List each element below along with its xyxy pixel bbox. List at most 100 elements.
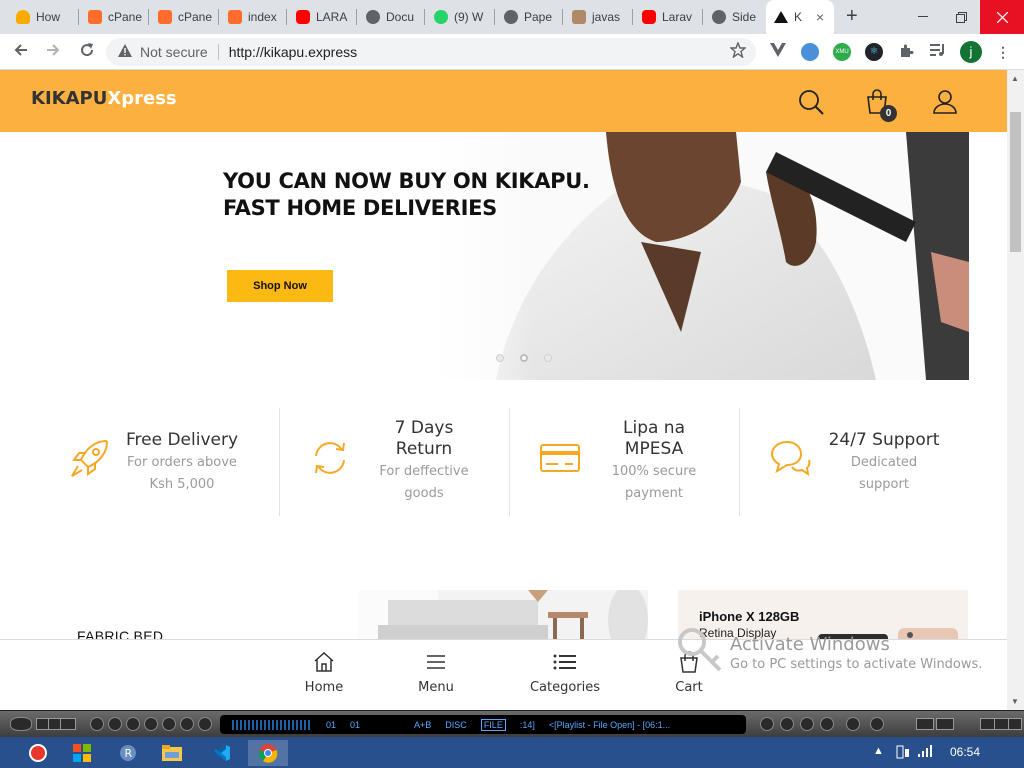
feature-title: Free Delivery xyxy=(125,430,239,450)
play-pause-icon[interactable] xyxy=(800,717,814,731)
browser-tab[interactable]: cPane xyxy=(80,6,146,28)
scroll-thumb[interactable] xyxy=(1010,112,1021,252)
browser-tab[interactable]: Docu xyxy=(358,6,422,28)
tab-label: How xyxy=(36,10,61,24)
scroll-down-arrow-icon[interactable]: ▼ xyxy=(1011,697,1019,706)
site-logo[interactable]: KIKAPUXpress xyxy=(31,88,177,109)
nav-categories[interactable]: Categories xyxy=(526,650,604,695)
media-queue-icon[interactable] xyxy=(929,43,947,61)
tab-label: Larav xyxy=(662,10,693,24)
page-scrollbar[interactable]: ▲ ▼ xyxy=(1007,70,1024,710)
more-menu-icon[interactable]: ⋮ xyxy=(994,43,1012,61)
prev-track-icon[interactable] xyxy=(760,717,774,731)
tab-label: javas xyxy=(592,10,621,24)
restore-window-icon[interactable] xyxy=(942,0,980,34)
feature-title-line-2: Return xyxy=(395,439,453,459)
carousel-dot[interactable] xyxy=(544,354,552,362)
promo-tile-title: iPhone X 128GB xyxy=(699,609,800,624)
player-control-icon[interactable] xyxy=(126,717,140,731)
tray-expand-icon[interactable]: ▲ xyxy=(873,745,884,757)
windows-store-icon[interactable] xyxy=(62,740,102,766)
profile-avatar[interactable]: j xyxy=(960,41,982,63)
new-tab-button[interactable]: + xyxy=(846,5,858,28)
player-time: 01 xyxy=(350,719,361,730)
logo-accent-text: Xpress xyxy=(107,88,177,109)
browser-tab[interactable]: (9) W xyxy=(426,6,492,28)
carousel-dot-active[interactable] xyxy=(520,354,528,362)
close-tab-icon[interactable]: × xyxy=(816,9,824,25)
player-control-icon[interactable] xyxy=(198,717,212,731)
signal-strength-icon[interactable] xyxy=(918,745,934,760)
vscode-icon[interactable] xyxy=(202,740,242,766)
minimize-window-icon[interactable] xyxy=(904,0,942,34)
rocket-icon xyxy=(68,436,112,480)
start-safari-icon[interactable] xyxy=(18,740,58,766)
mc-button[interactable] xyxy=(916,718,934,730)
file-explorer-icon[interactable] xyxy=(152,740,192,766)
nav-home[interactable]: Home xyxy=(304,650,344,695)
player-control-icon[interactable] xyxy=(90,717,104,731)
shop-now-button[interactable]: Shop Now xyxy=(227,270,333,302)
player-control-icon[interactable] xyxy=(108,717,122,731)
player-control-icon[interactable] xyxy=(162,717,176,731)
feature-text: 24/7 Support Dedicated support xyxy=(822,430,946,496)
r-app-icon[interactable]: R xyxy=(108,740,148,766)
equalizer-visual xyxy=(232,719,312,730)
cart-count-badge: 0 xyxy=(880,105,897,122)
player-mode-button[interactable] xyxy=(60,718,76,730)
vuetify-extension-icon[interactable] xyxy=(769,43,787,61)
browser-tab[interactable]: LARA xyxy=(288,6,354,28)
player-logo-icon[interactable] xyxy=(10,717,32,731)
opera-extension-icon[interactable] xyxy=(801,43,819,61)
browser-tab[interactable]: Larav xyxy=(634,6,700,28)
address-bar[interactable]: Not secure http://kikapu.express xyxy=(106,38,756,66)
reload-icon[interactable] xyxy=(76,41,98,63)
feature-text: Lipa na MPESA 100% secure payment xyxy=(604,418,704,505)
react-devtools-icon[interactable]: ⚛ xyxy=(865,43,883,61)
forward-icon[interactable] xyxy=(42,41,64,63)
open-file-icon[interactable] xyxy=(846,717,860,731)
carousel-dot[interactable] xyxy=(496,354,504,362)
next-track-icon[interactable] xyxy=(820,717,834,731)
tab-label: index xyxy=(248,10,277,24)
browser-tab[interactable]: How xyxy=(8,6,76,28)
tab-label: LARA xyxy=(316,10,348,24)
tab-label: K xyxy=(794,10,803,24)
player-time: 01 xyxy=(326,719,337,730)
pl-button[interactable] xyxy=(936,718,954,730)
browser-tab[interactable]: Side xyxy=(704,6,764,28)
chrome-taskbar-icon[interactable] xyxy=(248,740,288,766)
stop-icon[interactable] xyxy=(780,717,794,731)
browser-tab[interactable]: cPane xyxy=(150,6,216,28)
player-control-icon[interactable] xyxy=(180,717,194,731)
scroll-up-arrow-icon[interactable]: ▲ xyxy=(1011,74,1019,83)
user-account-icon[interactable] xyxy=(931,88,959,116)
feature-support: 24/7 Support Dedicated support xyxy=(740,408,970,516)
player-control-icon[interactable] xyxy=(144,717,158,731)
activate-windows-watermark: Activate Windows Go to PC settings to ac… xyxy=(730,634,982,674)
browser-tab[interactable]: index xyxy=(220,6,284,28)
player-playlist-text: <[Playlist - File Open] - [06:1... xyxy=(548,719,671,730)
search-icon[interactable] xyxy=(797,88,825,116)
security-label[interactable]: Not secure xyxy=(140,44,208,60)
list-icon xyxy=(553,654,576,670)
feature-subtitle: Ksh 5,000 xyxy=(149,477,215,492)
bookmark-star-icon[interactable] xyxy=(729,41,747,63)
close-window-icon[interactable] xyxy=(980,0,1024,34)
xmu-extension-icon[interactable]: XMU xyxy=(833,43,851,61)
browser-tab[interactable]: javas xyxy=(564,6,630,28)
volume-icon[interactable] xyxy=(870,717,884,731)
player-close-button[interactable] xyxy=(1008,718,1022,730)
back-icon[interactable] xyxy=(10,41,32,63)
player-display[interactable]: 01 01 A+B DISC FILE :14] <[Playlist - Fi… xyxy=(220,715,746,734)
device-tray-icon[interactable] xyxy=(895,745,911,762)
taskbar-clock[interactable]: 06:54 xyxy=(950,745,980,759)
watermark-title: Activate Windows xyxy=(730,634,890,655)
browser-tab-active[interactable]: K × xyxy=(766,0,834,34)
chat-icon xyxy=(768,436,812,485)
kikapu-favicon-icon xyxy=(774,11,788,23)
extensions-puzzle-icon[interactable] xyxy=(897,43,915,61)
browser-tab[interactable]: Pape xyxy=(496,6,560,28)
tab-label: Side xyxy=(732,10,757,24)
nav-menu[interactable]: Menu xyxy=(416,650,456,695)
